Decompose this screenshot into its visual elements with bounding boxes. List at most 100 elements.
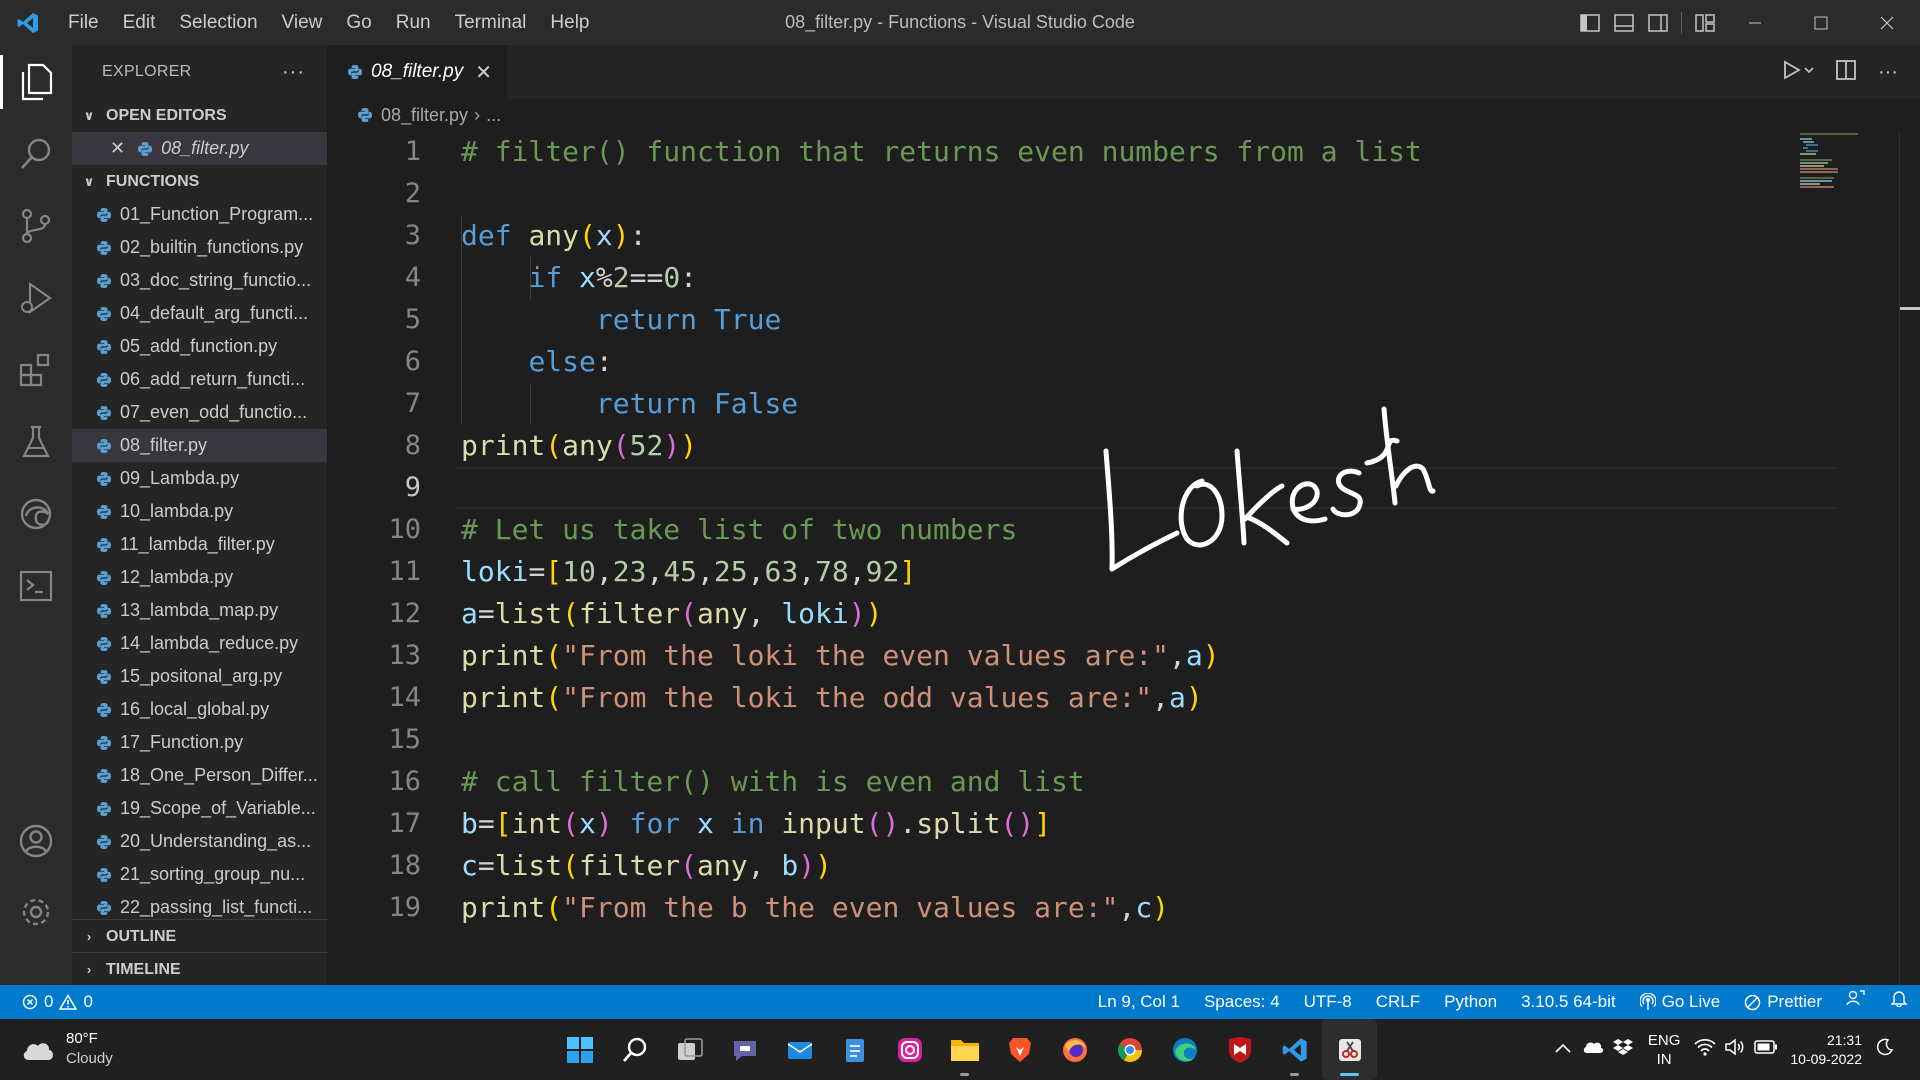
notifications-bell-icon[interactable] [1878,985,1920,1019]
tab-bar: 08_filter.py ✕ ··· [327,45,1920,99]
feedback-icon[interactable] [1834,985,1878,1019]
file-item[interactable]: 01_Function_Program... [72,198,327,231]
mail-app[interactable] [772,1019,827,1080]
edge-devtools-icon[interactable] [0,483,72,545]
go-live-button[interactable]: Go Live [1628,985,1733,1019]
close-window-icon[interactable] [1854,0,1920,45]
code-editor[interactable]: 1 2 3 4 5 6 7 8 9 10 11 12 13 14 15 16 17 18 19 # filter()… [327,131,1920,985]
menu-run[interactable]: Run [384,0,443,45]
edge-app[interactable] [1157,1019,1212,1080]
file-item[interactable]: 19_Scope_of_Variable... [72,792,327,825]
battery-icon[interactable] [1754,1040,1778,1059]
file-item[interactable]: 09_Lambda.py [72,462,327,495]
instagram-app[interactable] [882,1019,937,1080]
brave-browser-app[interactable] [992,1019,1047,1080]
accounts-icon[interactable] [0,810,72,872]
onedrive-cloud-icon[interactable] [1582,1039,1604,1060]
close-icon[interactable]: ✕ [110,138,125,159]
file-item[interactable]: 03_doc_string_functio... [72,264,327,297]
outline-header[interactable]: › OUTLINE [72,920,327,953]
run-debug-icon[interactable] [0,267,72,329]
more-actions-icon[interactable]: ··· [282,61,305,84]
breadcrumb-symbols[interactable]: ... [486,105,501,126]
file-item[interactable]: 17_Function.py [72,726,327,759]
menu-file[interactable]: File [56,0,111,45]
chrome-app[interactable] [1102,1019,1157,1080]
problems-status[interactable]: 0 0 [0,992,93,1012]
task-view[interactable] [662,1019,717,1080]
prettier-button[interactable]: Prettier [1732,985,1834,1019]
clock[interactable]: 21:31 10-09-2022 [1790,1031,1862,1069]
start-button[interactable] [552,1019,607,1080]
focus-assist-icon[interactable] [1876,1038,1894,1061]
file-item[interactable]: 14_lambda_reduce.py [72,627,327,660]
python-interpreter[interactable]: 3.10.5 64-bit [1509,985,1628,1019]
close-tab-icon[interactable]: ✕ [475,60,492,85]
file-item[interactable]: 08_filter.py [72,429,327,462]
file-item[interactable]: 20_Understanding_as... [72,825,327,858]
file-encoding[interactable]: UTF-8 [1292,985,1364,1019]
toggle-sidebar-icon[interactable] [1573,0,1607,45]
file-item[interactable]: 10_lambda.py [72,495,327,528]
chevron-up-icon[interactable] [1554,1041,1572,1059]
testing-icon[interactable] [0,411,72,473]
mcafee-app[interactable] [1212,1019,1267,1080]
file-item[interactable]: 21_sorting_group_nu... [72,858,327,891]
vscode-app[interactable] [1267,1019,1322,1080]
search-icon[interactable] [0,123,72,185]
file-item[interactable]: 06_add_return_functi... [72,363,327,396]
open-editors-header[interactable]: ∨ OPEN EDITORS [72,99,327,132]
toggle-secondary-sidebar-icon[interactable] [1641,0,1675,45]
snipping-tool-app[interactable] [1322,1019,1377,1080]
file-item[interactable]: 18_One_Person_Differ... [72,759,327,792]
wifi-icon[interactable] [1694,1038,1716,1061]
vertical-scrollbar[interactable] [1899,131,1900,985]
split-editor-icon[interactable] [1836,59,1856,85]
run-file-icon[interactable] [1782,59,1814,85]
menu-go[interactable]: Go [334,0,383,45]
menu-terminal[interactable]: Terminal [443,0,539,45]
file-item[interactable]: 02_builtin_functions.py [72,231,327,264]
source-control-icon[interactable] [0,195,72,257]
minimap[interactable] [1798,131,1878,191]
indentation-setting[interactable]: Spaces: 4 [1192,985,1292,1019]
taskbar-search[interactable] [607,1019,662,1080]
minimize-icon[interactable] [1722,0,1788,45]
breadcrumb-file[interactable]: 08_filter.py [381,105,468,126]
file-item[interactable]: 05_add_function.py [72,330,327,363]
input-language[interactable]: ENG IN [1648,1031,1681,1069]
manage-gear-icon[interactable] [0,881,72,943]
customize-layout-icon[interactable] [1688,0,1722,45]
file-item[interactable]: 07_even_odd_functio... [72,396,327,429]
language-mode[interactable]: Python [1432,985,1509,1019]
toggle-panel-icon[interactable] [1607,0,1641,45]
file-explorer-app[interactable] [937,1019,992,1080]
extensions-icon[interactable] [0,339,72,401]
weather-widget[interactable]: 80°F Cloudy [20,1029,113,1069]
file-item[interactable]: 04_default_arg_functi... [72,297,327,330]
folder-header[interactable]: ∨ FUNCTIONS [72,165,327,198]
file-item[interactable]: 13_lambda_map.py [72,594,327,627]
file-item[interactable]: 11_lambda_filter.py [72,528,327,561]
menu-selection[interactable]: Selection [167,0,269,45]
maximize-icon[interactable] [1788,0,1854,45]
notepad-app[interactable] [827,1019,882,1080]
explorer-icon[interactable] [0,51,72,113]
line-ending[interactable]: CRLF [1364,985,1432,1019]
menu-view[interactable]: View [270,0,335,45]
file-item[interactable]: 15_positonal_arg.py [72,660,327,693]
cursor-position[interactable]: Ln 9, Col 1 [1086,985,1192,1019]
file-item[interactable]: 12_lambda.py [72,561,327,594]
terminal-icon[interactable] [0,555,72,617]
teams-chat[interactable] [717,1019,772,1080]
volume-icon[interactable] [1724,1038,1746,1061]
dropbox-icon[interactable] [1612,1037,1634,1062]
open-editor-item[interactable]: ✕ 08_filter.py [72,132,327,165]
file-item[interactable]: 16_local_global.py [72,693,327,726]
timeline-header[interactable]: › TIMELINE [72,953,327,986]
more-actions-icon[interactable]: ··· [1878,61,1898,84]
firefox-app[interactable] [1047,1019,1102,1080]
tab-08-filter[interactable]: 08_filter.py ✕ [327,45,507,99]
menu-help[interactable]: Help [538,0,601,45]
menu-edit[interactable]: Edit [111,0,168,45]
